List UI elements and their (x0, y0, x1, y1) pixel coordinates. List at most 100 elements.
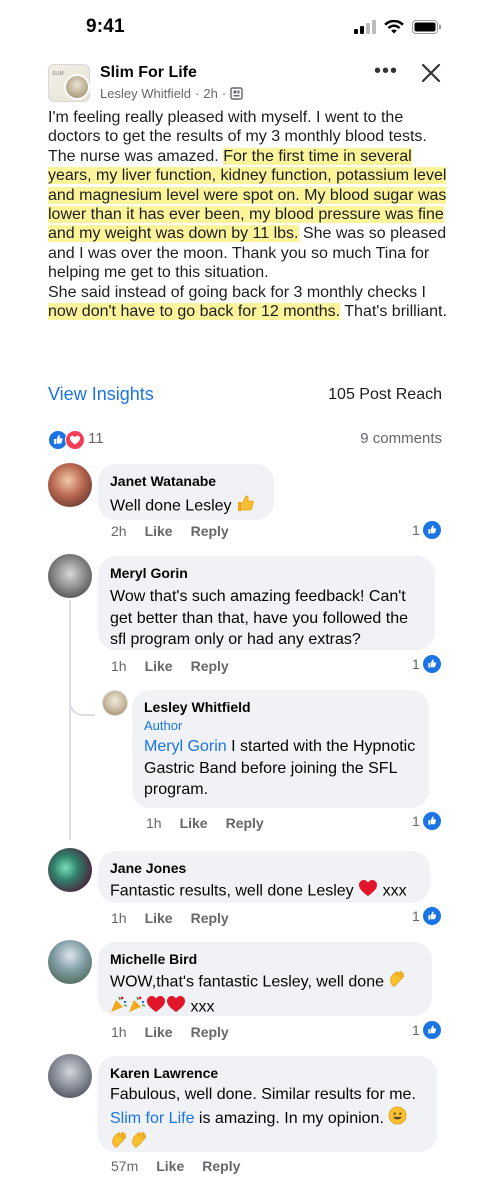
comment-author[interactable]: Karen Lawrence (110, 1064, 425, 1082)
thumbs-up-emoji (236, 494, 256, 519)
comment-text-content: xxx (186, 997, 215, 1015)
view-insights-link[interactable]: View Insights (48, 384, 154, 405)
avatar[interactable] (48, 848, 92, 892)
comment-bubble: Meryl Gorin Wow that's such amazing feed… (98, 556, 435, 650)
comment-time[interactable]: 57m (111, 1158, 138, 1174)
comment-bubble: Michelle Bird WOW,that's fantastic Lesle… (98, 942, 432, 1016)
wifi-icon (384, 20, 404, 34)
comment-bubble: Karen Lawrence Fabulous, well done. Simi… (98, 1056, 437, 1152)
like-button[interactable]: Like (145, 658, 173, 674)
comment-time[interactable]: 1h (111, 658, 127, 674)
comment-like-count[interactable]: 1 (412, 907, 441, 925)
post-reach: 105 Post Reach (328, 386, 442, 403)
reactions-row[interactable]: 11 9 comments (48, 428, 442, 450)
comment-author[interactable]: Janet Watanabe (110, 472, 262, 490)
party-emoji (110, 995, 128, 1020)
clap-emoji (130, 1131, 150, 1156)
comment-time[interactable]: 1h (146, 815, 162, 831)
heart-emoji (358, 879, 378, 904)
comments-count[interactable]: 9 comments (360, 430, 442, 447)
mention-link[interactable]: Meryl Gorin (144, 738, 227, 755)
heart-emoji (166, 995, 186, 1020)
like-button[interactable]: Like (145, 910, 173, 926)
reply-button[interactable]: Reply (191, 523, 229, 539)
meta-separator: · (221, 86, 227, 101)
like-reaction-icon (422, 907, 441, 925)
like-count-value: 1 (412, 522, 420, 538)
like-button[interactable]: Like (180, 815, 208, 831)
reply-button[interactable]: Reply (191, 910, 229, 926)
reply-button[interactable]: Reply (202, 1158, 240, 1174)
comment-time[interactable]: 1h (111, 1024, 127, 1040)
like-count-value: 1 (412, 813, 420, 829)
group-name[interactable]: Slim For Life (100, 64, 197, 82)
reply-thread-line (69, 600, 71, 840)
group-privacy-icon (230, 87, 243, 100)
comment-actions: 1h Like Reply (111, 910, 229, 926)
comment-like-count[interactable]: 1 (412, 812, 441, 830)
comment-actions: 1h Like Reply (111, 1024, 229, 1040)
battery-icon (412, 20, 441, 34)
comment-text: Fabulous, well done. Similar results for… (110, 1084, 425, 1156)
like-reaction-icon (422, 521, 441, 539)
comment-like-count[interactable]: 1 (412, 521, 441, 539)
meta-separator: · (195, 86, 200, 101)
post-paragraph-1: I'm feeling really pleased with myself. … (48, 108, 448, 283)
comment-time[interactable]: 1h (111, 910, 127, 926)
avatar[interactable] (48, 463, 92, 507)
comment-time[interactable]: 2h (111, 523, 127, 539)
like-button[interactable]: Like (145, 523, 173, 539)
comment-text: WOW,that's fantastic Lesley, well done x… (110, 970, 420, 1019)
post-text: She said instead of going back for 3 mon… (48, 283, 426, 301)
comment-like-count[interactable]: 1 (412, 1021, 441, 1039)
close-icon[interactable] (420, 62, 442, 84)
comment-text-content: Well done Lesley (110, 497, 232, 515)
reply-bubble: Lesley Whitfield Author Meryl Gorin I st… (132, 690, 429, 808)
comment-author[interactable]: Jane Jones (110, 859, 418, 877)
like-reaction-icon (422, 1021, 441, 1039)
more-icon[interactable]: ••• (374, 61, 398, 81)
post-text-highlight: now don't have to go back for 12 months. (48, 303, 341, 321)
status-bar: 9:41 (0, 0, 490, 56)
reply-button[interactable]: Reply (191, 1024, 229, 1040)
reply-button[interactable]: Reply (226, 815, 264, 831)
comment-text: Well done Lesley (110, 494, 262, 519)
author-mini-avatar[interactable] (64, 74, 90, 100)
like-button[interactable]: Like (145, 1024, 173, 1040)
comment-text-content: xxx (378, 882, 407, 900)
signal-icon (354, 20, 376, 34)
comment-actions: 1h Like Reply (111, 658, 229, 674)
avatar[interactable] (48, 554, 92, 598)
group-link[interactable]: Slim for Life (110, 1109, 194, 1126)
comment-text-content: Fabulous, well done. Similar results for… (110, 1086, 416, 1103)
heart-emoji (146, 995, 166, 1020)
avatar[interactable] (102, 690, 128, 716)
group-avatar-text: SLIM (52, 71, 64, 77)
comment-text-content: Fantastic results, well done Lesley (110, 882, 354, 900)
comment-author[interactable]: Lesley Whitfield (144, 698, 417, 716)
post-header: SLIM Slim For Life Lesley Whitfield · 2h… (48, 60, 448, 104)
like-count-value: 1 (412, 656, 420, 672)
post-text: That's brilliant. (340, 303, 447, 321)
comment-text: Wow that's such amazing feedback! Can't … (110, 588, 408, 648)
love-reaction-icon (65, 430, 85, 450)
insights-row: View Insights 105 Post Reach (48, 382, 442, 408)
comment-author[interactable]: Meryl Gorin (110, 564, 423, 582)
reply-button[interactable]: Reply (191, 658, 229, 674)
comment-bubble: Janet Watanabe Well done Lesley (98, 464, 274, 520)
avatar[interactable] (48, 1054, 92, 1098)
post-body: I'm feeling really pleased with myself. … (48, 108, 448, 321)
like-count-value: 1 (412, 1022, 420, 1038)
clap-emoji (110, 1131, 130, 1156)
comment-text: Meryl Gorin I started with the Hypnotic … (144, 736, 417, 801)
comment-text-content: WOW,that's fantastic Lesley, well done (110, 973, 384, 991)
comment-text: Fantastic results, well done Lesley xxx (110, 879, 418, 904)
post-author[interactable]: Lesley Whitfield (100, 86, 191, 101)
like-button[interactable]: Like (156, 1158, 184, 1174)
avatar[interactable] (48, 940, 92, 984)
post-time[interactable]: 2h (203, 86, 217, 101)
comment-actions: 57m Like Reply (111, 1158, 240, 1174)
comment-like-count[interactable]: 1 (412, 655, 441, 673)
reaction-count: 11 (88, 430, 104, 447)
comment-author[interactable]: Michelle Bird (110, 950, 420, 968)
